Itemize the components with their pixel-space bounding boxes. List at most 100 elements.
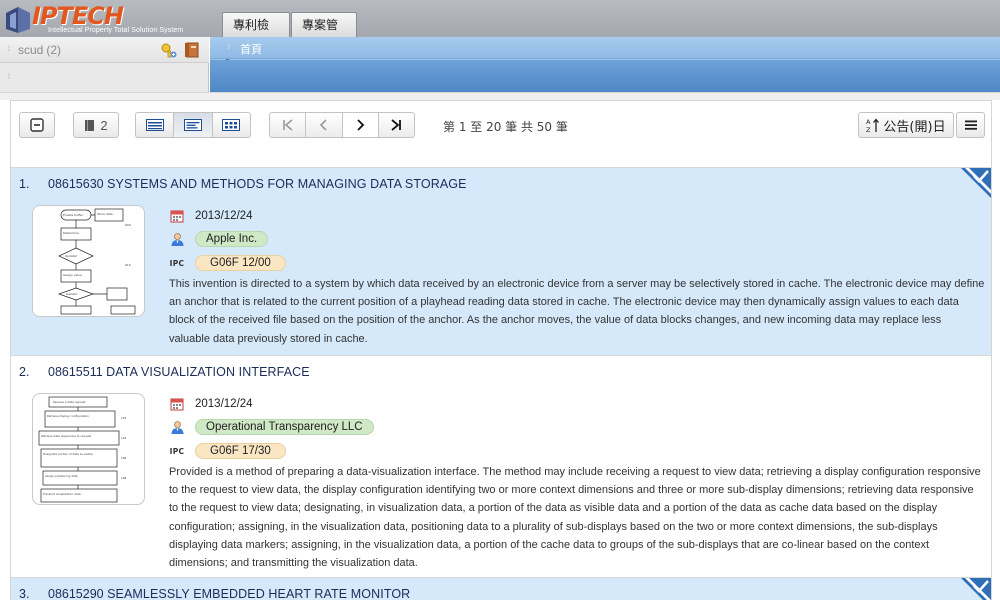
svg-text:Designate portion of data as v: Designate portion of data as visible	[43, 452, 93, 456]
page-info: 第 1 至 20 筆 共 50 筆	[443, 120, 568, 134]
result-index: 1.	[19, 177, 30, 191]
patent-drawing-thumbnail[interactable]: Receive a data request Retrieve display …	[32, 393, 145, 505]
grid-view-icon	[222, 119, 241, 131]
main-panel-titlebar: ⁞ 首頁	[210, 37, 1000, 59]
svg-text:Assign value: Assign value	[63, 273, 82, 277]
page-title: 首頁	[240, 43, 262, 56]
tab-patent-search[interactable]: 專利檢索	[222, 12, 290, 56]
svg-text:106: 106	[121, 456, 127, 460]
svg-text:A: A	[866, 118, 871, 126]
grip-icon: ⁞	[228, 44, 230, 51]
patent-abstract: Provided is a method of preparing a data…	[169, 466, 981, 570]
first-page-icon	[282, 119, 293, 131]
patent-number: 08615630	[48, 177, 104, 191]
ipc-label: IPC	[169, 258, 185, 268]
selected-check-icon[interactable]	[961, 578, 991, 600]
brand-tagline: Intellectual Property Total Solution Sys…	[48, 27, 184, 34]
assignee-pill[interactable]: Operational Transparency LLC	[195, 419, 374, 435]
user-panel: ⁞ scud (2) ⁞	[0, 37, 209, 92]
patent-drawing-thumbnail[interactable]: Enable buffer Store data Determine Updat…	[32, 205, 145, 317]
user-subrow: ⁞	[0, 64, 209, 92]
selected-count-button[interactable]: 2	[73, 112, 119, 138]
user-label[interactable]: scud (2)	[18, 43, 61, 57]
view-mode-group	[135, 112, 251, 138]
svg-text:104: 104	[121, 436, 127, 440]
tab-project-management[interactable]: 專案管理	[291, 12, 357, 56]
book-icon[interactable]	[184, 42, 200, 61]
results-list: 1. 08615630 SYSTEMS AND METHODS FOR MANAG…	[10, 167, 992, 600]
hamburger-icon	[964, 120, 977, 130]
result-title[interactable]: 2. 08615511 DATA VISUALIZATION INTERFACE	[19, 365, 310, 379]
text-view-button[interactable]	[174, 113, 213, 137]
ipc-pill[interactable]: G06F 12/00	[195, 255, 286, 271]
text-view-icon	[183, 119, 202, 131]
last-page-button[interactable]	[379, 113, 414, 137]
list-detail-view-button[interactable]	[136, 113, 175, 137]
svg-text:Determine: Determine	[63, 231, 79, 235]
svg-text:Receive a data request: Receive a data request	[53, 400, 86, 404]
result-title[interactable]: 3. 08615290 SEAMLESSLY EMBEDDED HEART RAT…	[19, 587, 410, 600]
patent-title: DATA VISUALIZATION INTERFACE	[106, 365, 310, 379]
ipc-label-icon: IPC	[169, 255, 185, 271]
last-page-icon	[391, 119, 402, 131]
result-index: 3.	[19, 587, 30, 600]
minus-box-icon	[30, 118, 44, 132]
result-item[interactable]: 1. 08615630 SYSTEMS AND METHODS FOR MANAG…	[11, 167, 991, 355]
main-panel-band	[210, 60, 1000, 92]
collapse-button[interactable]	[19, 112, 55, 138]
person-icon	[169, 419, 185, 435]
publication-date: 2013/12/24	[195, 398, 253, 410]
selected-check-icon[interactable]	[961, 168, 991, 198]
user-name: scud	[18, 43, 44, 57]
result-title[interactable]: 1. 08615630 SYSTEMS AND METHODS FOR MANAG…	[19, 177, 467, 191]
grip-icon: ⁞	[8, 74, 10, 81]
next-page-icon	[357, 119, 365, 131]
assignee-pill[interactable]: Apple Inc.	[195, 231, 269, 247]
svg-text:Update?: Update?	[65, 254, 78, 258]
sort-button[interactable]: A Z 公告(開)日	[858, 112, 954, 138]
calendar-icon	[169, 396, 185, 412]
svg-text:610: 610	[125, 263, 131, 267]
svg-text:600: 600	[125, 223, 131, 227]
svg-text:102: 102	[121, 416, 127, 420]
result-index: 2.	[19, 365, 30, 379]
ipc-pill[interactable]: G06F 17/30	[195, 443, 286, 459]
svg-text:Transmit visualization data: Transmit visualization data	[42, 492, 81, 496]
key-icon[interactable]	[160, 42, 178, 61]
brand-name: IPTECH	[32, 2, 124, 30]
next-page-button[interactable]	[342, 113, 379, 137]
svg-text:Z: Z	[866, 126, 871, 133]
app-header: IPTECH Intellectual Property Total Solut…	[0, 0, 1000, 56]
main-panel-header: ⁞ 首頁	[210, 37, 1000, 92]
prev-page-icon	[319, 119, 327, 131]
pagination-group	[269, 112, 415, 138]
toolbar-spacer	[10, 149, 992, 167]
svg-text:Retrieve display configuration: Retrieve display configuration	[47, 414, 89, 418]
user-row: ⁞ scud (2)	[0, 37, 209, 63]
sort-az-icon: A Z	[866, 118, 880, 133]
grip-icon: ⁞	[8, 46, 10, 53]
selected-count: 2	[100, 117, 108, 133]
result-item[interactable]: 2. 08615511 DATA VISUALIZATION INTERFACE	[11, 355, 991, 577]
document-icon	[85, 119, 95, 131]
patent-title: SEAMLESSLY EMBEDDED HEART RATE MONITOR	[107, 587, 411, 600]
svg-text:Delete?: Delete?	[66, 292, 78, 296]
date-row: 2013/12/24	[169, 207, 253, 225]
svg-text:Enable buffer: Enable buffer	[63, 213, 84, 217]
svg-text:108: 108	[121, 476, 127, 480]
ipc-row: IPC G06F 12/00	[169, 254, 286, 272]
first-page-button[interactable]	[270, 113, 307, 137]
list-detail-view-icon	[145, 119, 164, 131]
menu-button[interactable]	[956, 112, 985, 138]
prev-page-button[interactable]	[306, 113, 343, 137]
grid-view-button[interactable]	[213, 113, 250, 137]
app-logo: IPTECH Intellectual Property Total Solut…	[4, 2, 214, 37]
ipc-label: IPC	[169, 446, 185, 456]
calendar-icon	[169, 208, 185, 224]
patent-abstract: This invention is directed to a system b…	[169, 278, 985, 345]
ipc-row: IPC G06F 17/30	[169, 442, 286, 460]
date-row: 2013/12/24	[169, 395, 253, 413]
assignee-row: Operational Transparency LLC	[169, 418, 374, 436]
user-count: (2)	[46, 43, 62, 57]
result-item[interactable]: 3. 08615290 SEAMLESSLY EMBEDDED HEART RAT…	[11, 577, 991, 600]
